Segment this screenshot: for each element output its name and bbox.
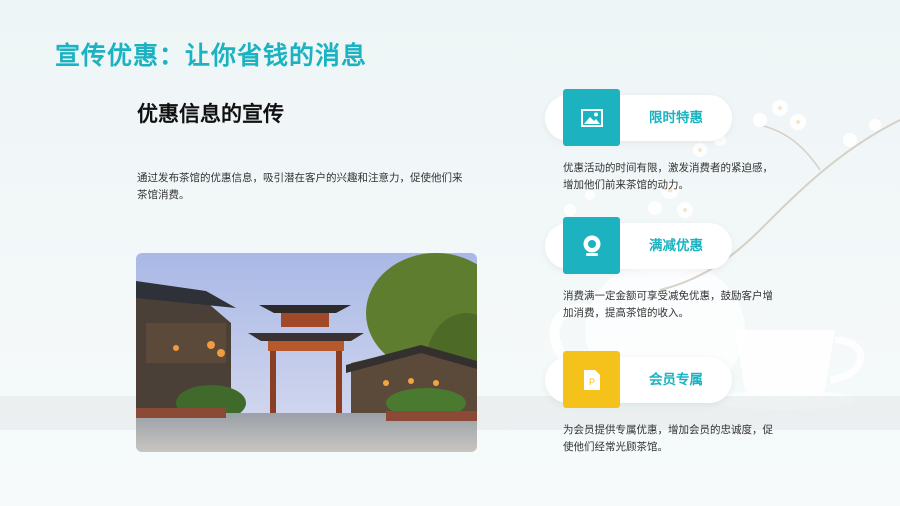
webcam-icon <box>563 217 620 274</box>
card-limited-time: 限时特惠 <box>545 89 732 146</box>
card-label: 满减优惠 <box>649 238 703 254</box>
card-label: 会员专属 <box>649 372 703 388</box>
card-description: 消费满一定金额可享受减免优惠，鼓励客户增加消费，提高茶馆的收入。 <box>563 290 773 319</box>
card-description: 为会员提供专属优惠，增加会员的忠诚度，促使他们经常光顾茶馆。 <box>563 424 773 453</box>
card-description: 优惠活动的时间有限，激发消费者的紧迫感，增加他们前来茶馆的动力。 <box>563 162 773 191</box>
teahouse-street-photo <box>136 253 477 452</box>
slide: 宣传优惠：让你省钱的消息 优惠信息的宣传 通过发布茶馆的优惠信息，吸引潜在客户的… <box>0 0 900 506</box>
page-title: 宣传优惠：让你省钱的消息 <box>55 41 368 70</box>
card-full-reduction: 满减优惠 <box>545 217 732 274</box>
document-icon: P <box>563 351 620 408</box>
card-member-exclusive: P 会员专属 <box>545 351 732 408</box>
section-heading: 优惠信息的宣传 <box>137 102 284 126</box>
svg-text:P: P <box>588 377 594 387</box>
section-description: 通过发布茶馆的优惠信息，吸引潜在客户的兴趣和注意力，促使他们来茶馆消费。 <box>137 172 463 201</box>
card-label: 限时特惠 <box>649 110 703 126</box>
image-icon <box>563 89 620 146</box>
